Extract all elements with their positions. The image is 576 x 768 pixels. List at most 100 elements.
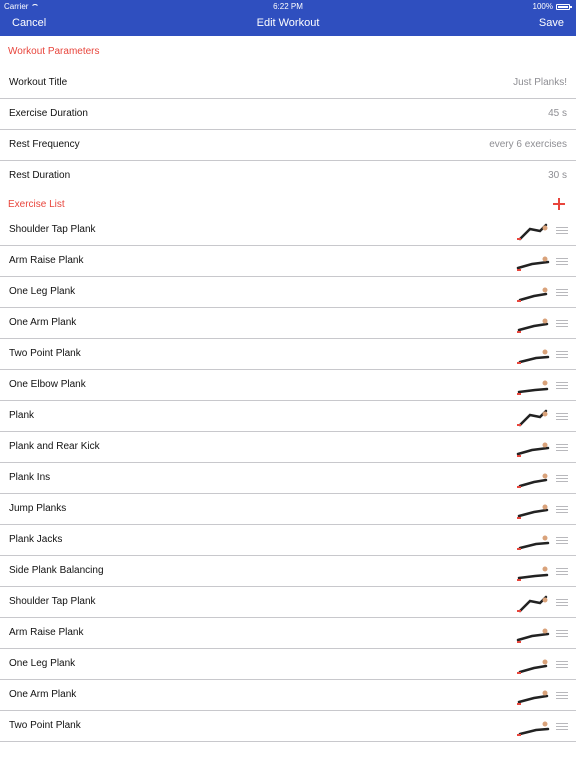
reorder-handle-icon[interactable]: [556, 258, 568, 265]
exercise-name: Plank Ins: [9, 472, 51, 483]
reorder-handle-icon[interactable]: [556, 382, 568, 389]
figure-head: [542, 659, 548, 665]
figure-body: [518, 478, 548, 488]
exercise-row[interactable]: Plank Ins: [0, 463, 576, 494]
exercise-row[interactable]: Side Plank Balancing: [0, 556, 576, 587]
figure-shoe: [517, 703, 521, 705]
exercise-thumbnail: [517, 659, 548, 674]
status-time: 6:22 PM: [273, 2, 303, 11]
figure-body: [518, 727, 550, 736]
figure-shoe: [517, 362, 521, 364]
exercise-thumbnail: [516, 256, 550, 271]
figure-head: [542, 504, 548, 510]
exercise-thumbnail: [517, 595, 548, 613]
reorder-handle-icon[interactable]: [556, 537, 568, 544]
exercise-row[interactable]: One Arm Plank: [0, 308, 576, 339]
exercise-thumbnail: [517, 566, 549, 581]
figure-body: [517, 508, 549, 518]
exercise-thumbnail: [517, 721, 550, 736]
exercise-row[interactable]: Two Point Plank: [0, 339, 576, 370]
reorder-handle-icon[interactable]: [556, 599, 568, 606]
figure-shoe: [517, 331, 521, 333]
exercise-name: One Arm Plank: [9, 689, 77, 700]
nav-bar: Carrier 6:22 PM 100% Cancel Edit Workout…: [0, 0, 576, 36]
exercise-name: Shoulder Tap Plank: [9, 224, 96, 235]
reorder-handle-icon[interactable]: [556, 723, 568, 730]
reorder-handle-icon[interactable]: [556, 506, 568, 513]
figure-head: [542, 721, 548, 727]
figure-shoe: [517, 641, 521, 643]
figure-head: [542, 318, 548, 324]
battery-indicator: 100%: [533, 2, 572, 11]
exercise-row[interactable]: Plank and Rear Kick: [0, 432, 576, 463]
reorder-handle-icon[interactable]: [556, 351, 568, 358]
exercise-thumbnail: [517, 535, 550, 550]
param-row-workout-title[interactable]: Workout Title Just Planks!: [0, 68, 576, 99]
cancel-button[interactable]: Cancel: [12, 17, 46, 29]
exercise-row[interactable]: One Arm Plank: [0, 680, 576, 711]
param-value[interactable]: 45 s: [548, 108, 567, 119]
reorder-handle-icon[interactable]: [556, 630, 568, 637]
param-value[interactable]: 30 s: [548, 170, 567, 181]
figure-body: [518, 664, 548, 674]
figure-body: [517, 322, 549, 332]
param-value[interactable]: every 6 exercises: [489, 139, 567, 150]
figure-head: [542, 628, 548, 634]
page-title: Edit Workout: [256, 17, 320, 29]
param-row-rest-frequency[interactable]: Rest Frequency every 6 exercises: [0, 130, 576, 161]
reorder-handle-icon[interactable]: [556, 692, 568, 699]
exercise-thumbnail: [516, 442, 550, 457]
param-value[interactable]: Just Planks!: [513, 77, 567, 88]
exercise-name: Two Point Plank: [9, 720, 81, 731]
figure-shoe: [517, 238, 521, 240]
figure-head: [542, 256, 548, 262]
exercise-thumbnail: [517, 473, 548, 488]
figure-body: [516, 446, 550, 456]
reorder-handle-icon[interactable]: [556, 413, 568, 420]
figure-head: [542, 473, 548, 479]
reorder-handle-icon[interactable]: [556, 568, 568, 575]
figure-body: [516, 632, 550, 642]
save-button[interactable]: Save: [539, 17, 564, 29]
plus-icon[interactable]: [552, 197, 566, 211]
figure-shoe: [517, 548, 521, 550]
exercise-row[interactable]: One Leg Plank: [0, 649, 576, 680]
exercise-row[interactable]: Arm Raise Plank: [0, 246, 576, 277]
figure-shoe: [517, 517, 521, 519]
figure-body: [518, 541, 550, 550]
figure-head: [542, 442, 548, 448]
reorder-handle-icon[interactable]: [556, 227, 568, 234]
exercise-row[interactable]: One Leg Plank: [0, 277, 576, 308]
status-bar: Carrier 6:22 PM 100%: [0, 0, 576, 12]
exercise-name: Plank: [9, 410, 35, 421]
exercise-row[interactable]: Shoulder Tap Plank: [0, 215, 576, 246]
figure-shoe: [517, 610, 521, 612]
figure-body: [518, 595, 548, 613]
figure-head: [542, 287, 548, 293]
exercise-row[interactable]: Plank Jacks: [0, 525, 576, 556]
reorder-handle-icon[interactable]: [556, 475, 568, 482]
figure-head: [542, 566, 548, 572]
exercise-row[interactable]: Arm Raise Plank: [0, 618, 576, 649]
reorder-handle-icon[interactable]: [556, 444, 568, 451]
exercise-row[interactable]: Two Point Plank: [0, 711, 576, 742]
param-label: Exercise Duration: [9, 108, 88, 119]
figure-body: [518, 409, 548, 427]
exercise-name: Arm Raise Plank: [9, 255, 84, 266]
exercise-row[interactable]: Plank: [0, 401, 576, 432]
reorder-handle-icon[interactable]: [556, 289, 568, 296]
figure-shoe: [517, 300, 521, 302]
exercise-row[interactable]: Jump Planks: [0, 494, 576, 525]
exercise-row[interactable]: Shoulder Tap Plank: [0, 587, 576, 618]
exercise-name: One Arm Plank: [9, 317, 77, 328]
param-row-exercise-duration[interactable]: Exercise Duration 45 s: [0, 99, 576, 130]
param-row-rest-duration[interactable]: Rest Duration 30 s: [0, 161, 576, 192]
figure-body: [517, 573, 549, 580]
battery-icon: [556, 3, 572, 10]
figure-shoe: [517, 455, 521, 457]
figure-head: [542, 597, 548, 603]
exercise-row[interactable]: One Elbow Plank: [0, 370, 576, 401]
figure-shoe: [517, 393, 521, 395]
reorder-handle-icon[interactable]: [556, 320, 568, 327]
reorder-handle-icon[interactable]: [556, 661, 568, 668]
